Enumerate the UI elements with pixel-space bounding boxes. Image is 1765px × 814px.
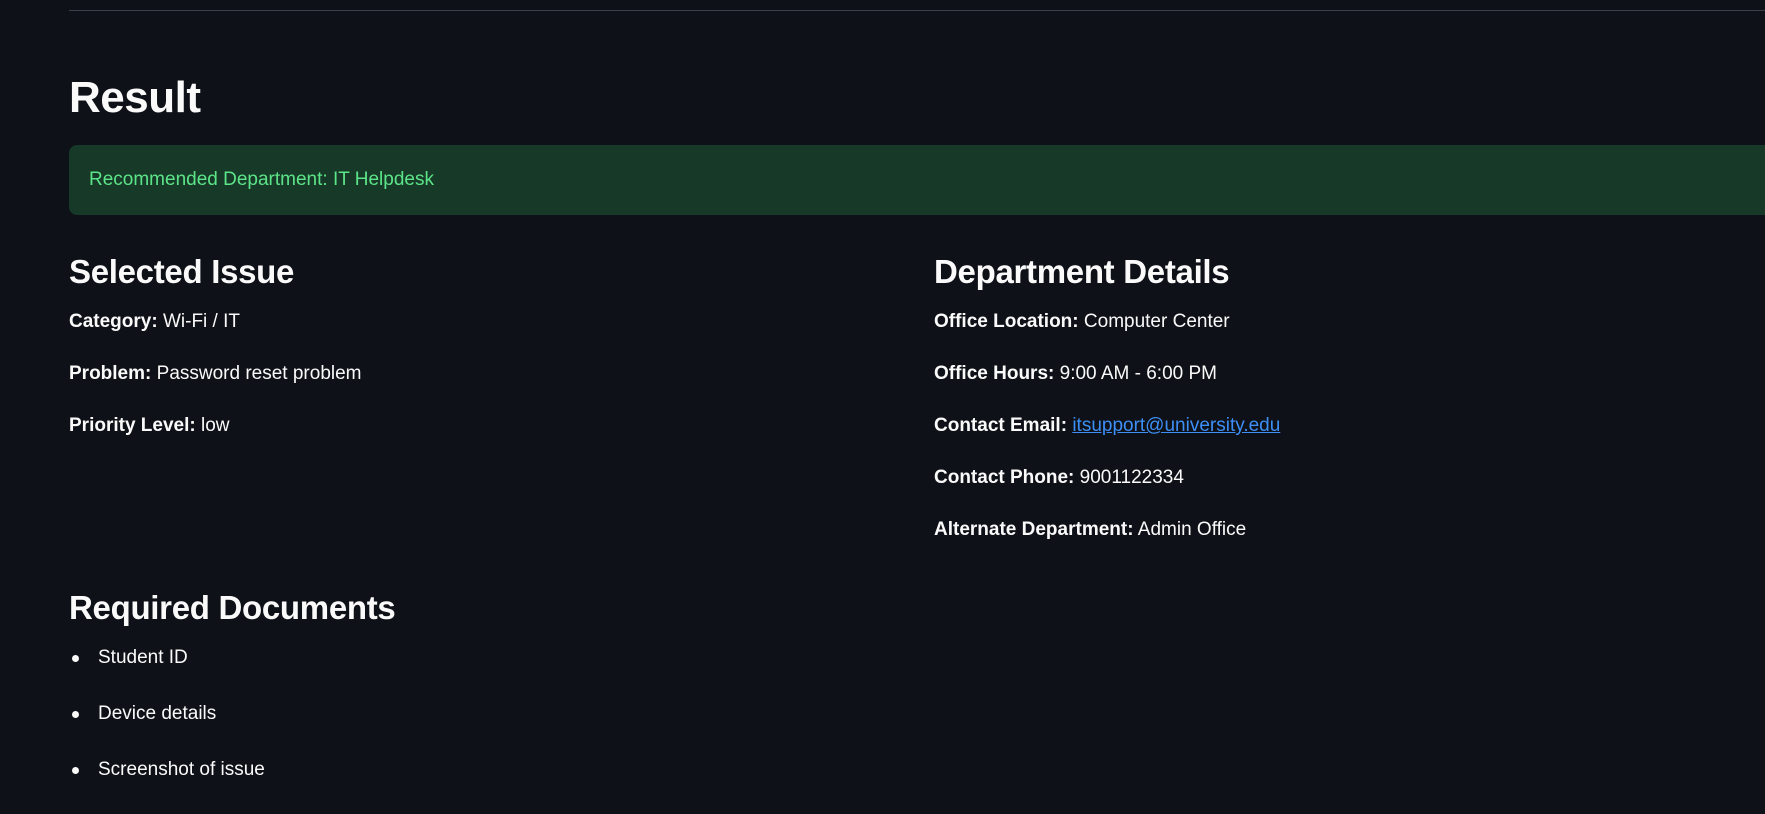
top-divider xyxy=(69,10,1765,11)
result-title: Result xyxy=(69,73,201,122)
bullet-icon xyxy=(72,711,79,718)
contact-phone-field: Contact Phone: 9001122334 xyxy=(934,464,1754,516)
alternate-department-field: Alternate Department: Admin Office xyxy=(934,516,1754,568)
alternate-department-value: Admin Office xyxy=(1137,519,1247,540)
recommended-department-text: Recommended Department: IT Helpdesk xyxy=(89,169,434,190)
required-documents-section: Required Documents Student ID Device det… xyxy=(69,584,889,812)
category-field: Category: Wi-Fi / IT xyxy=(69,308,889,360)
list-item: Student ID xyxy=(69,644,889,700)
priority-level-label: Priority Level: xyxy=(69,415,196,436)
document-label: Screenshot of issue xyxy=(98,759,265,780)
contact-email-link[interactable]: itsupport@university.edu xyxy=(1072,415,1280,436)
required-documents-heading: Required Documents xyxy=(69,589,396,626)
bullet-icon xyxy=(72,767,79,774)
problem-value: Password reset problem xyxy=(156,363,362,384)
list-item: Device details xyxy=(69,700,889,756)
contact-phone-value: 9001122334 xyxy=(1079,467,1184,488)
bullet-icon xyxy=(72,655,79,662)
alternate-department-label: Alternate Department: xyxy=(934,519,1134,540)
category-label: Category: xyxy=(69,311,158,332)
document-label: Student ID xyxy=(98,647,188,668)
selected-issue-section: Selected Issue Category: Wi-Fi / IT Prob… xyxy=(69,248,889,464)
department-details-heading: Department Details xyxy=(934,253,1230,290)
contact-email-field: Contact Email: itsupport@university.edu xyxy=(934,412,1754,464)
required-documents-list: Student ID Device details Screenshot of … xyxy=(69,644,889,812)
priority-level-value: low xyxy=(201,415,230,436)
office-hours-value: 9:00 AM - 6:00 PM xyxy=(1059,363,1217,384)
office-location-field: Office Location: Computer Center xyxy=(934,308,1754,360)
problem-label: Problem: xyxy=(69,363,152,384)
department-details-section: Department Details Office Location: Comp… xyxy=(934,248,1754,568)
contact-email-label: Contact Email: xyxy=(934,415,1068,436)
selected-issue-heading: Selected Issue xyxy=(69,253,295,290)
office-location-label: Office Location: xyxy=(934,311,1079,332)
priority-level-field: Priority Level: low xyxy=(69,412,889,464)
list-item: Screenshot of issue xyxy=(69,756,889,812)
office-hours-field: Office Hours: 9:00 AM - 6:00 PM xyxy=(934,360,1754,412)
problem-field: Problem: Password reset problem xyxy=(69,360,889,412)
contact-phone-label: Contact Phone: xyxy=(934,467,1075,488)
success-alert: Recommended Department: IT Helpdesk xyxy=(69,145,1765,215)
category-value: Wi-Fi / IT xyxy=(162,311,240,332)
office-hours-label: Office Hours: xyxy=(934,363,1055,384)
document-label: Device details xyxy=(98,703,217,724)
office-location-value: Computer Center xyxy=(1083,311,1230,332)
